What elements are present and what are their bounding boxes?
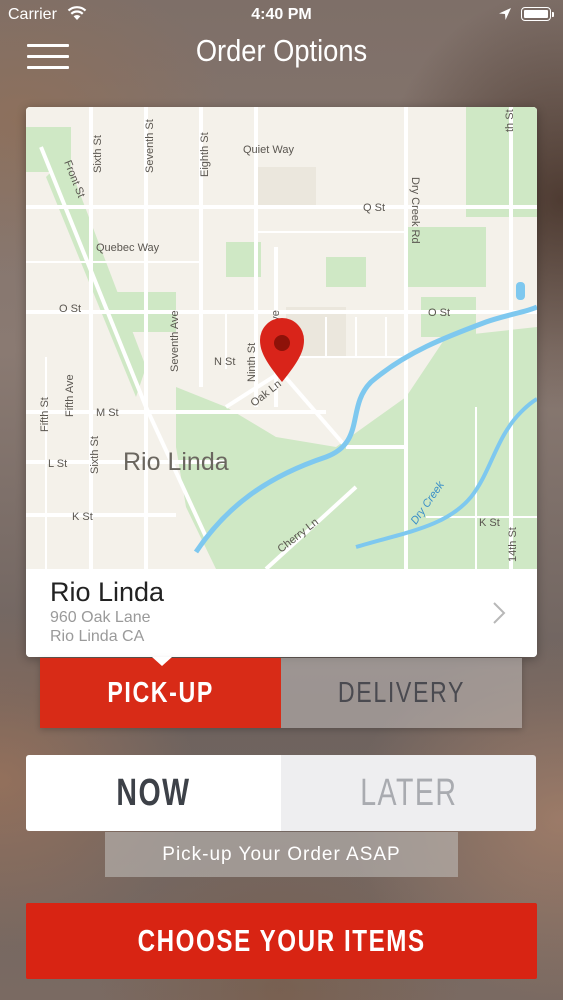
svg-text:Seventh St: Seventh St — [144, 119, 156, 173]
order-type-segmented-control: PICK-UP DELIVERY — [40, 657, 522, 728]
order-time-segmented-control: NOW LATER — [26, 755, 536, 831]
map-view[interactable]: Sixth St Seventh St Eighth St Quiet Way … — [26, 107, 537, 569]
svg-text:M St: M St — [96, 407, 119, 419]
svg-text:th St: th St — [504, 109, 516, 132]
tab-delivery[interactable]: DELIVERY — [281, 658, 522, 728]
svg-text:Q St: Q St — [363, 202, 385, 214]
svg-text:K St: K St — [479, 517, 500, 529]
tab-pick-up[interactable]: PICK-UP — [40, 657, 281, 728]
location-arrow-icon — [499, 8, 511, 20]
choose-items-label: CHOOSE YOUR ITEMS — [137, 923, 426, 958]
svg-text:Eighth St: Eighth St — [199, 132, 211, 177]
svg-text:Quebec Way: Quebec Way — [96, 242, 160, 254]
pond — [516, 282, 525, 300]
svg-text:Sixth St: Sixth St — [92, 135, 104, 173]
svg-text:Sixth St: Sixth St — [89, 436, 101, 474]
location-address-line1: 960 Oak Lane — [50, 609, 151, 626]
location-address-line2: Rio Linda CA — [50, 628, 145, 645]
location-row[interactable]: Rio Linda 960 Oak Lane Rio Linda CA — [26, 569, 537, 657]
page-title: Order Options — [195, 33, 368, 68]
svg-text:L St: L St — [48, 458, 67, 470]
tab-now[interactable]: NOW — [26, 755, 281, 831]
svg-text:Fifth Ave: Fifth Ave — [64, 374, 76, 417]
svg-text:14th St: 14th St — [507, 527, 519, 562]
tab-pick-up-label: PICK-UP — [107, 676, 214, 709]
svg-text:O St: O St — [59, 303, 81, 315]
svg-text:O St: O St — [428, 307, 450, 319]
tab-later[interactable]: LATER — [281, 755, 536, 831]
tab-delivery-label: DELIVERY — [337, 676, 466, 709]
location-card: Sixth St Seventh St Eighth St Quiet Way … — [26, 107, 537, 657]
map-city-label: Rio Linda — [123, 448, 229, 476]
location-name: Rio Linda — [50, 577, 165, 607]
choose-items-button[interactable]: CHOOSE YOUR ITEMS — [26, 903, 537, 979]
asap-message: Pick-up Your Order ASAP — [105, 832, 458, 877]
svg-text:Ninth St: Ninth St — [246, 343, 258, 382]
battery-icon — [521, 7, 554, 21]
svg-text:K St: K St — [72, 511, 93, 523]
svg-text:Quiet Way: Quiet Way — [243, 144, 294, 156]
status-time: 4:40 PM — [251, 6, 312, 23]
svg-text:Dry Creek Rd: Dry Creek Rd — [409, 177, 421, 244]
status-bar: Carrier 4:40 PM — [0, 0, 563, 30]
tab-now-label: NOW — [116, 771, 191, 814]
svg-text:N St: N St — [214, 356, 235, 368]
tab-later-label: LATER — [359, 771, 458, 814]
svg-text:Fifth St: Fifth St — [39, 397, 51, 432]
chevron-right-icon[interactable] — [492, 601, 506, 625]
svg-text:Seventh Ave: Seventh Ave — [169, 310, 181, 372]
